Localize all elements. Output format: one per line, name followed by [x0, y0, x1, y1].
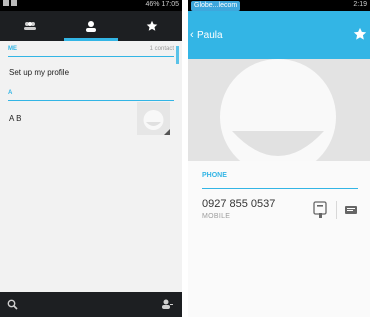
section-label: PHONE [202, 172, 227, 179]
action-bar: ‹ Paula [188, 11, 370, 59]
status-time: 2:19 [353, 1, 367, 8]
section-label: ME [8, 46, 17, 52]
contact-photo [188, 59, 370, 161]
status-bar: 46% 17:05 [0, 0, 182, 11]
star-icon [146, 20, 158, 31]
message-icon [345, 206, 357, 214]
search-icon[interactable] [7, 299, 18, 310]
default-avatar-icon [137, 102, 170, 135]
notification-icon [3, 0, 9, 7]
status-right: 46% 17:05 [146, 1, 180, 8]
contact-card-icon [313, 201, 327, 218]
tab-bar [0, 11, 182, 41]
status-time: 17:05 [161, 1, 179, 8]
notification-icons [3, 0, 19, 7]
phone-number[interactable]: 0927 855 0537 [202, 198, 275, 210]
section-header-a: A [8, 90, 174, 101]
tab-contacts[interactable] [61, 11, 121, 41]
contact-count: 1 contact [149, 46, 174, 52]
section-label: A [8, 90, 13, 96]
tab-groups[interactable] [0, 11, 60, 41]
add-contact-icon[interactable] [161, 298, 173, 310]
message-button[interactable] [336, 201, 359, 219]
contact-detail-screen: Globe...lecom 2:19 ‹ Paula PHONE 0927 85… [188, 0, 370, 317]
groups-icon [24, 22, 36, 30]
avatar[interactable] [137, 102, 170, 135]
contact-row[interactable]: A B [9, 114, 21, 123]
star-icon[interactable] [353, 27, 367, 41]
back-icon[interactable]: ‹ [190, 29, 194, 41]
contacts-list-screen: 46% 17:05 ME 1 contact Set up my profile… [0, 0, 182, 317]
carrier-wrap: Globe...lecom [191, 1, 241, 11]
contact-name[interactable]: Paula [197, 30, 223, 41]
phone-section-header: PHONE [202, 172, 358, 189]
status-right: 2:19 [353, 1, 367, 8]
notification-icon [11, 0, 17, 7]
section-header-me: ME 1 contact [8, 46, 174, 57]
default-contact-photo-icon [188, 59, 370, 161]
bottom-action-bar [0, 292, 182, 317]
person-icon [86, 21, 96, 32]
tab-favorites[interactable] [122, 11, 182, 41]
phone-type: MOBILE [202, 213, 231, 220]
battery-percent: 46% [145, 1, 160, 8]
status-bar: Globe...lecom 2:19 [188, 0, 370, 11]
contact-card-icon-wrap[interactable] [312, 201, 330, 219]
carrier-badge: Globe...lecom [191, 1, 241, 11]
setup-profile-row[interactable]: Set up my profile [9, 68, 69, 77]
scrollbar[interactable] [176, 46, 179, 64]
